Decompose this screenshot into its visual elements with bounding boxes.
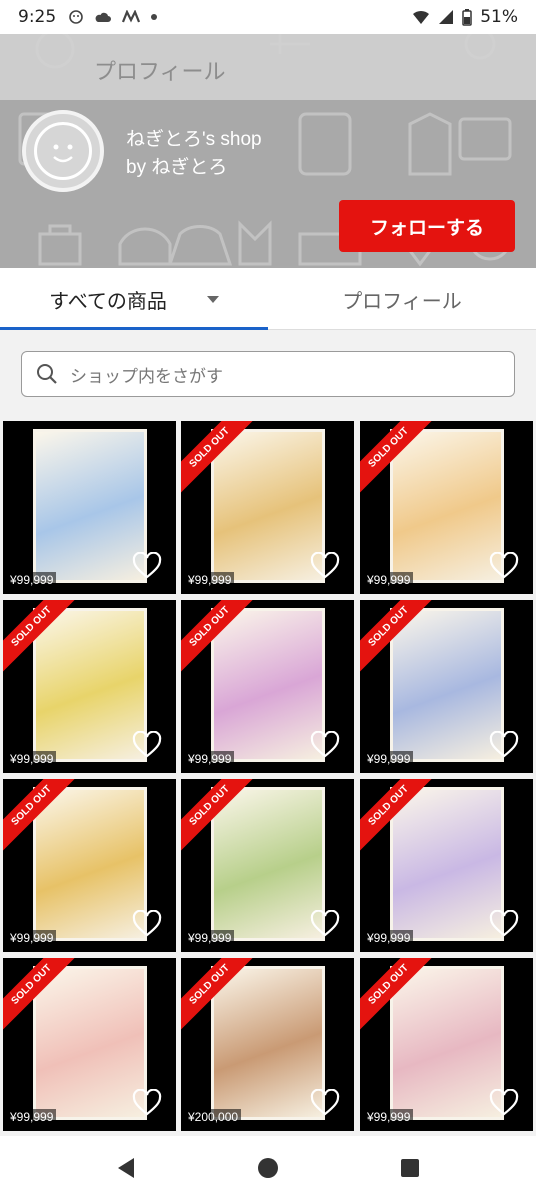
tab-all-items[interactable]: すべての商品 [0,268,268,330]
price-label: ¥99,999 [185,572,235,588]
heart-icon[interactable] [132,552,162,580]
smiley-icon [34,122,92,180]
price-label: ¥99,999 [7,751,57,767]
price-label: ¥99,999 [364,930,414,946]
heart-icon[interactable] [310,1089,340,1117]
product-image [211,787,325,941]
shop-name: ねぎとろ's shop by ねぎとろ [126,126,262,182]
top-app-bar: プロフィール [0,34,536,100]
notification-icon [69,10,83,24]
shop-name-line2: by ねぎとろ [126,157,228,178]
product-card[interactable]: SOLD OUT ¥99,999 [3,779,176,952]
tab-bar: すべての商品 プロフィール [0,268,536,330]
product-card[interactable]: SOLD OUT ¥99,999 [3,600,176,773]
status-bar: 9:25 51% [0,0,536,34]
status-time: 9:25 [18,7,57,27]
heart-icon[interactable] [489,1089,519,1117]
product-image [211,429,325,583]
heart-icon[interactable] [489,910,519,938]
price-label: ¥99,999 [364,1109,414,1125]
product-card[interactable]: SOLD OUT ¥99,999 [360,421,533,594]
product-image [33,608,147,762]
dot-icon [151,14,158,20]
heart-icon[interactable] [310,552,340,580]
shop-name-line1: ねぎとろ's shop [126,129,262,150]
product-image [33,429,147,583]
recents-icon[interactable] [398,1156,422,1180]
heart-icon[interactable] [489,731,519,759]
heart-icon[interactable] [132,731,162,759]
price-label: ¥99,999 [185,930,235,946]
page-title: プロフィール [94,60,226,85]
product-image [33,966,147,1120]
price-label: ¥99,999 [7,572,57,588]
product-card[interactable]: SOLD OUT ¥99,999 [360,958,533,1131]
app-icon [122,10,141,23]
tab-profile-label: プロフィール [342,288,462,313]
cloud-icon [95,12,112,22]
heart-icon[interactable] [132,910,162,938]
search-placeholder: ショップ内をさがす [70,366,223,387]
product-image [211,966,325,1120]
product-image [390,608,504,762]
product-card[interactable]: SOLD OUT ¥200,000 [181,958,354,1131]
heart-icon[interactable] [489,552,519,580]
product-image [33,787,147,941]
avatar[interactable] [22,110,104,192]
tab-all-items-label: すべての商品 [49,288,167,313]
battery-level: 51% [480,7,518,27]
product-card[interactable]: SOLD OUT ¥99,999 [181,779,354,952]
product-card[interactable]: SOLD OUT ¥99,999 [360,600,533,773]
product-image [211,608,325,762]
search-icon [37,364,57,384]
product-image [390,966,504,1120]
battery-icon [462,8,472,26]
follow-button[interactable]: フォローする [339,200,515,252]
product-card[interactable]: ¥99,999 [3,421,176,594]
price-label: ¥99,999 [7,930,57,946]
price-label: ¥99,999 [185,751,235,767]
system-nav-bar [0,1136,536,1200]
price-label: ¥99,999 [364,572,414,588]
tab-profile[interactable]: プロフィール [268,268,536,330]
price-label: ¥99,999 [7,1109,57,1125]
price-label: ¥99,999 [364,751,414,767]
product-image [390,429,504,583]
signal-icon [439,10,454,24]
search-input[interactable]: ショップ内をさがす [21,351,515,397]
home-icon[interactable] [256,1156,280,1180]
search-area: ショップ内をさがす [0,330,536,418]
product-card[interactable]: SOLD OUT ¥99,999 [181,421,354,594]
heart-icon[interactable] [132,1089,162,1117]
chevron-down-icon[interactable] [206,295,219,303]
product-image [390,787,504,941]
profile-header: プロフィール ねぎとろ's shop by ねぎとろ フォローする [0,34,536,268]
price-label: ¥200,000 [185,1109,242,1125]
back-icon[interactable] [114,1156,138,1180]
product-grid: ¥99,999 SOLD OUT ¥99,999 SOLD OUT ¥99,999 SOL… [0,418,536,1136]
heart-icon[interactable] [310,910,340,938]
wifi-icon [413,10,430,24]
product-card[interactable]: SOLD OUT ¥99,999 [181,600,354,773]
product-card[interactable]: SOLD OUT ¥99,999 [360,779,533,952]
heart-icon[interactable] [310,731,340,759]
product-card[interactable]: SOLD OUT ¥99,999 [3,958,176,1131]
